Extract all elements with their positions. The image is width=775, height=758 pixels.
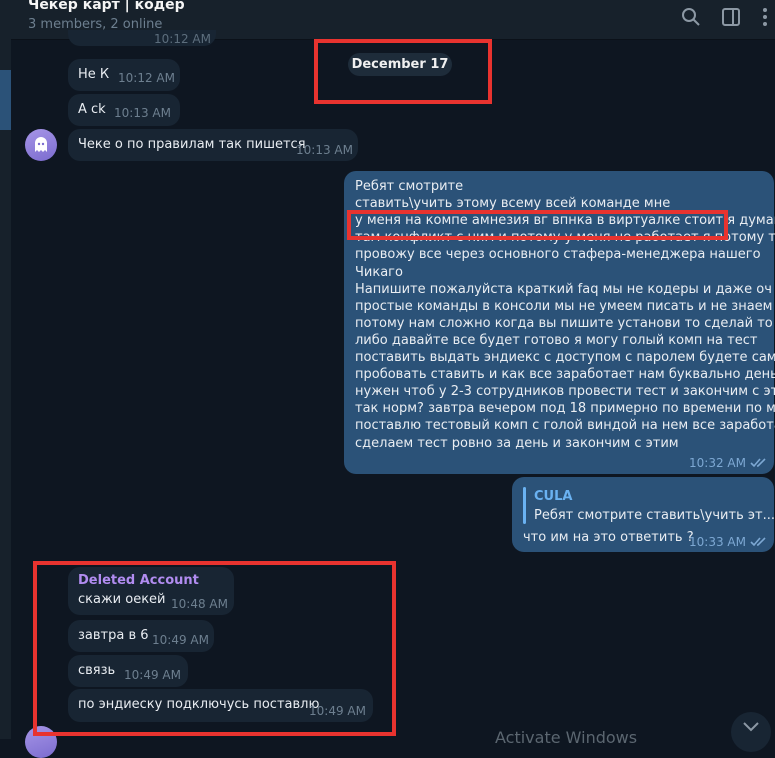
message-text: А ck	[78, 102, 106, 117]
message-text: что им на это ответить ?	[523, 530, 694, 545]
sidebar-toggle-icon[interactable]	[719, 5, 743, 29]
activate-windows-watermark: Activate Windows	[495, 728, 638, 747]
chevron-down-icon	[743, 722, 759, 732]
double-check-icon	[750, 537, 766, 547]
message-time: 10:13 AM	[296, 143, 353, 157]
more-vertical-icon[interactable]	[753, 5, 775, 29]
message-text-line: либо давайте все будет готово я могу гол…	[355, 332, 758, 348]
message-text: Не К	[78, 67, 110, 82]
message-text-line: поставить выдать эндиекс с доступом с па…	[355, 350, 775, 365]
message-text-line: поставлю тестовый комп с голой виндой на…	[355, 418, 775, 434]
reply-quote-bar	[523, 487, 526, 524]
message-text-line: Чикаго	[355, 264, 403, 280]
message-text-line: потому нам сложно когда вы пишите устано…	[355, 315, 773, 331]
chat-title: Чекер карт | кодер	[28, 0, 185, 13]
message-incoming[interactable]: А ck 10:13 AM	[68, 94, 180, 126]
message-incoming[interactable]: Не К 10:12 AM	[68, 59, 180, 91]
message-text: Чеке о по правилам так пишется	[78, 137, 306, 152]
message-text-line: так норм? завтра вечером под 18 примерно…	[355, 401, 775, 417]
chat-list-strip	[0, 0, 11, 739]
annotation-box-date	[314, 39, 492, 104]
reply-quote-author: CULA	[534, 489, 573, 504]
annotation-box-line	[347, 210, 728, 240]
message-text-line: сделаем тест ровно за день и закончим с …	[355, 435, 679, 451]
message-text-line: Ребят смотрите	[355, 179, 464, 194]
message-time: 10:32 AM	[689, 456, 746, 470]
ghost-icon	[35, 137, 47, 152]
message-text-line: простые команды в консоли мы не умеем пи…	[355, 298, 775, 314]
search-icon[interactable]	[679, 5, 703, 29]
message-partial[interactable]: 10:12 AM	[68, 30, 216, 46]
message-time: 10:33 AM	[689, 535, 746, 549]
message-incoming[interactable]: Чеке о по правилам так пишется 10:13 AM	[68, 129, 358, 161]
message-text-line: провожу все через основного стафера-мене…	[355, 247, 761, 263]
message-time: 10:12 AM	[118, 71, 175, 85]
message-time: 10:12 AM	[154, 32, 211, 46]
avatar[interactable]	[25, 129, 57, 161]
double-check-icon	[750, 458, 766, 468]
message-text-line: Напишите пожалуйста краткий faq мы не ко…	[355, 281, 772, 297]
message-text-line: пробовать ставить и как все заработает н…	[355, 367, 775, 383]
message-time: 10:13 AM	[114, 106, 171, 120]
annotation-box-group	[33, 561, 396, 736]
scroll-down-button[interactable]	[731, 712, 771, 752]
message-outgoing-reply[interactable]: CULA Ребят смотрите ставить\учить эт... …	[512, 477, 775, 552]
reply-quote-text[interactable]: Ребят смотрите ставить\учить эт...	[534, 507, 775, 524]
chat-list-selected-item[interactable]	[0, 70, 11, 130]
message-text-line: нужен чтоб у 2-3 сотрудников провести те…	[355, 384, 775, 400]
